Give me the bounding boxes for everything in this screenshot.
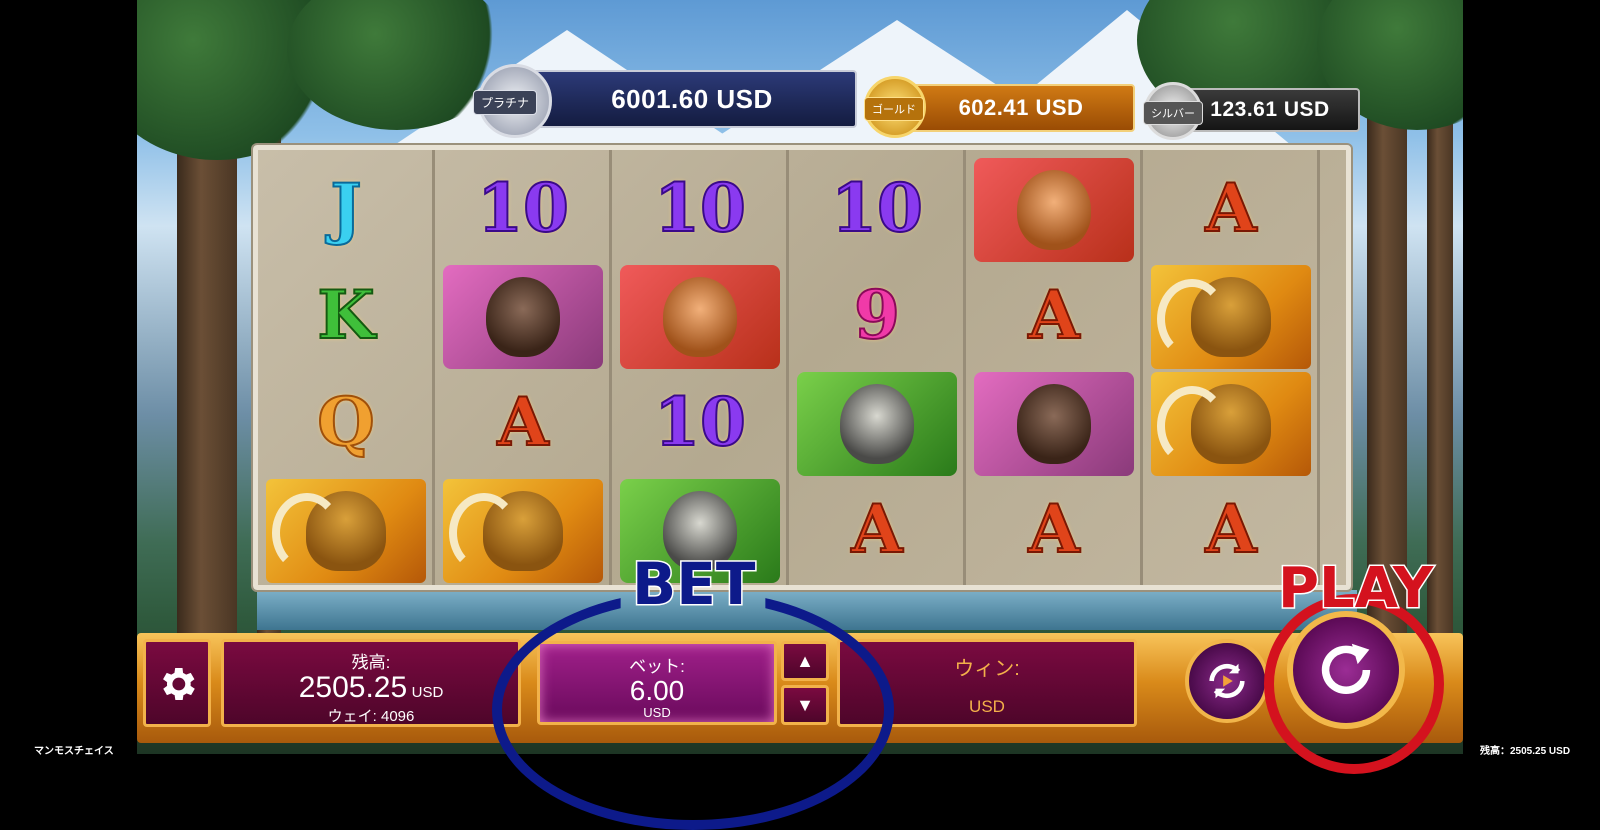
jackpot-platinum-value: 6001.60 USD <box>611 83 773 114</box>
symbol-text: J <box>329 168 362 248</box>
symbol-mammoth-icon <box>1151 265 1311 369</box>
reel-6: AA <box>1143 150 1320 585</box>
balance-label: 残高: <box>351 653 391 672</box>
symbol-sabertooth-icon <box>974 158 1134 262</box>
symbol-text: 10 <box>653 382 747 462</box>
symbol-a: A <box>1151 158 1311 258</box>
symbol-text: A <box>1027 275 1080 355</box>
symbol-wolf-icon <box>797 372 957 476</box>
symbol-text: A <box>1204 489 1257 569</box>
reel-4: 10 9 A <box>789 150 966 585</box>
symbol-text: K <box>316 275 375 355</box>
symbol-mammoth-icon <box>266 479 426 583</box>
symbol-moose-icon <box>974 372 1134 476</box>
symbol-10: 10 <box>797 158 957 258</box>
mammoth-tusk <box>272 493 342 573</box>
symbol-mammoth-icon <box>1151 372 1311 476</box>
symbol-text: A <box>1027 489 1080 569</box>
mammoth-tusk <box>1157 279 1227 359</box>
symbol-a: A <box>443 372 603 472</box>
jackpot-silver: 123.61 USD <box>1180 88 1360 132</box>
symbol-q: Q <box>266 372 426 472</box>
autoplay-icon <box>1209 663 1245 699</box>
autoplay-button[interactable] <box>1185 639 1269 723</box>
jackpot-silver-value: 123.61 USD <box>1210 98 1330 121</box>
symbol-text: A <box>850 489 903 569</box>
symbol-text: Q <box>316 382 375 462</box>
symbol-j: J <box>266 158 426 258</box>
symbol-a: A <box>974 479 1134 579</box>
play-overlay-label: PLAY <box>1276 555 1434 623</box>
play-highlight-ring <box>1264 594 1444 774</box>
settings-button[interactable] <box>143 639 211 727</box>
jackpot-gold: 602.41 USD <box>907 84 1135 132</box>
wolf-head <box>840 384 914 464</box>
ways-label: ウェイ: 4096 <box>327 708 415 725</box>
symbol-mammoth-icon <box>443 479 603 583</box>
moose-head <box>1017 384 1091 464</box>
symbol-10: 10 <box>620 372 780 472</box>
reel-3: 10 10 <box>612 150 789 585</box>
jackpot-gold-value: 602.41 USD <box>958 95 1084 120</box>
symbol-text: A <box>496 382 549 462</box>
symbol-text: 10 <box>653 168 747 248</box>
mammoth-tusk <box>1157 386 1227 466</box>
symbol-10: 10 <box>443 158 603 258</box>
symbol-sabertooth-icon <box>620 265 780 369</box>
game-title: マンモスチェイス <box>34 746 114 757</box>
jackpot-silver-tier: シルバー <box>1143 101 1203 125</box>
symbol-text: 9 <box>853 275 901 355</box>
gear-icon <box>163 668 195 700</box>
reel-1: JKQ <box>258 150 435 585</box>
mammoth-tusk <box>449 493 519 573</box>
reel-grid: J K Q 10 A 10 10 10 9 A A A A A <box>253 145 1351 590</box>
symbol-moose-icon <box>443 265 603 369</box>
symbol-a: A <box>974 265 1134 365</box>
jackpot-platinum-tier: プラチナ <box>473 90 538 115</box>
sabertooth-head <box>1017 170 1091 250</box>
footer-balance: 残高：2505.25 USD <box>1480 746 1571 757</box>
symbol-a: A <box>797 479 957 579</box>
symbol-text: 10 <box>830 168 924 248</box>
bet-overlay-label: BET <box>630 549 756 620</box>
moose-head <box>486 277 560 357</box>
symbol-text: A <box>1204 168 1257 248</box>
symbol-text: 10 <box>476 168 570 248</box>
balance-value: 2505.25 <box>298 671 408 704</box>
symbol-9: 9 <box>797 265 957 365</box>
symbol-10: 10 <box>620 158 780 258</box>
symbol-k: K <box>266 265 426 365</box>
reel-5: AA <box>966 150 1143 585</box>
sabertooth-head <box>663 277 737 357</box>
balance-panel: 残高: 2505.25 USD ウェイ: 4096 <box>221 639 521 727</box>
balance-currency: USD <box>411 684 444 701</box>
jackpot-platinum: 6001.60 USD <box>527 70 857 128</box>
jackpot-gold-tier: ゴールド <box>864 97 924 121</box>
reel-2: 10 A <box>435 150 612 585</box>
